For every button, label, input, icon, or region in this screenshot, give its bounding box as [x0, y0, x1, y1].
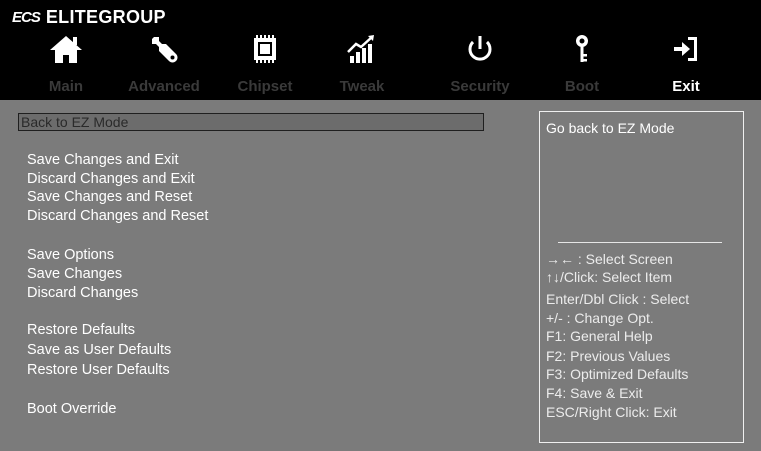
top-bar: ECS ELITEGROUP Main Advanced Chipset Twe…	[0, 0, 761, 100]
exit-options-panel: Back to EZ Mode Save Changes and Exit Di…	[5, 103, 530, 445]
save-as-user-defaults-item[interactable]: Save as User Defaults	[27, 342, 171, 358]
save-options-header: Save Options	[27, 247, 115, 263]
key-hint: ESC/Right Click: Exit	[546, 404, 677, 420]
brand: ECS ELITEGROUP	[12, 6, 166, 28]
discard-changes-item[interactable]: Discard Changes	[27, 285, 138, 301]
power-icon	[468, 36, 492, 61]
divider	[558, 242, 722, 243]
tab-label: Advanced	[128, 78, 200, 95]
tab-advanced[interactable]: Advanced	[118, 28, 210, 98]
tab-label: Chipset	[237, 78, 293, 95]
back-to-ez-mode-item[interactable]: Back to EZ Mode	[18, 113, 484, 131]
save-changes-and-reset-item[interactable]: Save Changes and Reset	[27, 189, 192, 205]
tab-label: Boot	[564, 78, 600, 95]
help-panel: Go back to EZ Mode →← : Select Screen ↑↓…	[539, 111, 744, 443]
key-hint: +/- : Change Opt.	[546, 310, 654, 326]
tab-exit[interactable]: Exit	[640, 28, 732, 98]
key-hint: →← : Select Screen	[546, 251, 673, 267]
key-hint: F1: General Help	[546, 328, 653, 344]
tab-main[interactable]: Main	[20, 28, 112, 98]
restore-defaults-item[interactable]: Restore Defaults	[27, 322, 135, 338]
bios-screen: ECS ELITEGROUP Main Advanced Chipset Twe…	[0, 0, 761, 451]
tab-chipset[interactable]: Chipset	[219, 28, 311, 98]
key-hint: F2: Previous Values	[546, 348, 671, 364]
wrench-icon	[152, 37, 178, 63]
brand-name: ELITEGROUP	[45, 6, 166, 27]
help-description: Go back to EZ Mode	[546, 120, 675, 136]
performance-chart-icon	[347, 35, 374, 63]
discard-changes-and-exit-item[interactable]: Discard Changes and Exit	[27, 171, 195, 187]
discard-changes-and-reset-item[interactable]: Discard Changes and Reset	[27, 208, 208, 224]
restore-user-defaults-item[interactable]: Restore User Defaults	[27, 362, 170, 378]
tab-security[interactable]: Security	[434, 28, 526, 98]
boot-override-header: Boot Override	[27, 401, 117, 417]
exit-icon	[674, 37, 697, 61]
key-hint: Enter/Dbl Click : Select	[546, 291, 690, 307]
key-hint: F3: Optimized Defaults	[546, 366, 689, 382]
tab-label: Security	[450, 78, 510, 95]
ecs-logo: ECS	[12, 8, 41, 26]
chip-icon	[254, 35, 276, 63]
key-icon	[576, 35, 588, 62]
save-changes-and-exit-item[interactable]: Save Changes and Exit	[27, 152, 179, 168]
key-hint: ↑↓/Click: Select Item	[546, 269, 673, 285]
tab-boot[interactable]: Boot	[536, 28, 628, 98]
tab-tweak[interactable]: Tweak	[316, 28, 408, 98]
tab-label: Main	[48, 78, 84, 95]
key-hint: F4: Save & Exit	[546, 385, 643, 401]
save-changes-item[interactable]: Save Changes	[27, 266, 122, 282]
tab-label: Tweak	[339, 78, 385, 95]
tab-label: Exit	[672, 78, 700, 95]
home-icon	[50, 36, 82, 63]
